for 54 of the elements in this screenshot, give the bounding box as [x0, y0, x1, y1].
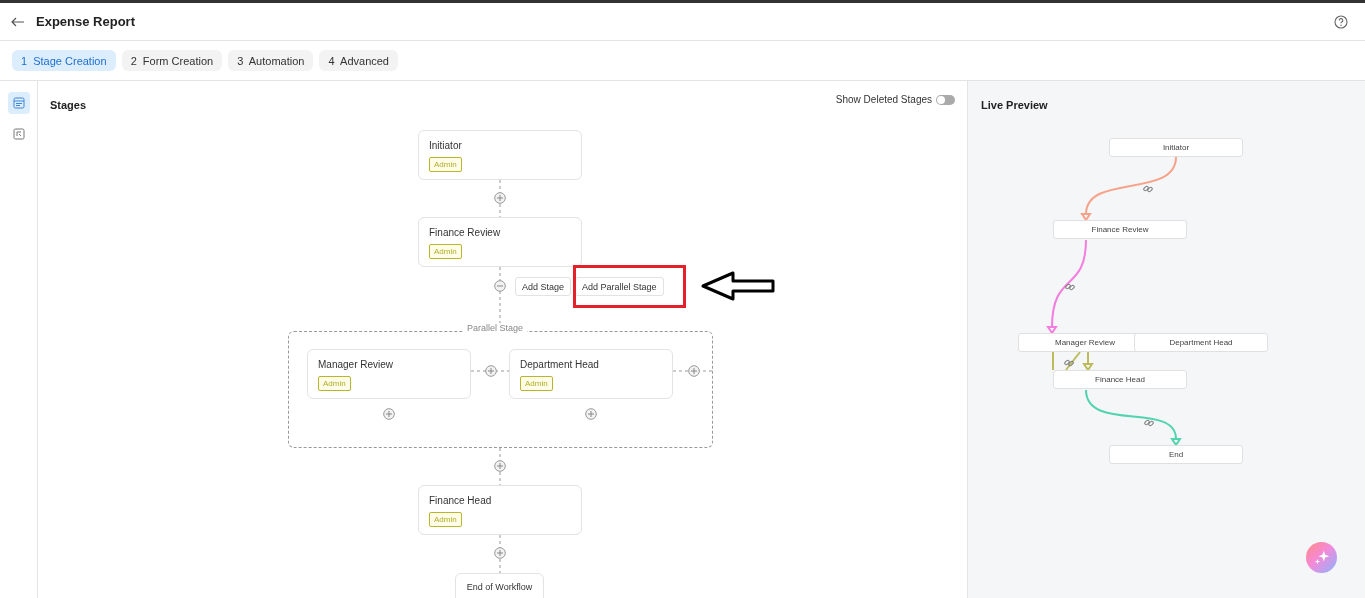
role-tag: Admin	[429, 157, 462, 172]
connector-line	[499, 447, 501, 486]
stage-card[interactable]: Manager Review Admin	[307, 349, 471, 399]
add-icon[interactable]	[494, 192, 506, 204]
role-tag: Admin	[318, 376, 351, 391]
add-icon[interactable]	[585, 408, 597, 420]
link-icon	[1064, 358, 1074, 368]
add-icon[interactable]	[383, 408, 395, 420]
page-title: Expense Report	[36, 14, 135, 29]
ai-assistant-button[interactable]	[1306, 542, 1337, 573]
stage-name: Manager Review	[318, 359, 394, 370]
stage-name: Initiator	[429, 140, 462, 151]
show-deleted-toggle[interactable]	[936, 94, 955, 105]
add-stage-button[interactable]: Add Stage	[515, 277, 572, 296]
stage-name: Department Head	[520, 359, 599, 370]
panel-title: Live Preview	[981, 99, 1048, 111]
connector-line	[470, 370, 510, 372]
add-parallel-stage-button[interactable]: Add Parallel Stage	[575, 277, 664, 296]
step-tab[interactable]: 4 Advanced	[319, 50, 398, 71]
role-tag: Admin	[429, 512, 462, 527]
collapse-icon[interactable]	[494, 280, 506, 292]
add-icon[interactable]	[494, 547, 506, 559]
step-tab[interactable]: 3 Automation	[228, 50, 314, 71]
role-tag: Admin	[429, 244, 462, 259]
preview-node: Department Head	[1134, 333, 1268, 352]
stage-card[interactable]: Department Head Admin	[509, 349, 673, 399]
preview-node: Finance Review	[1053, 220, 1187, 239]
connector-line	[499, 179, 501, 218]
stage-name: Finance Review	[429, 227, 501, 238]
back-arrow-icon[interactable]	[11, 16, 25, 27]
link-icon	[1143, 184, 1153, 194]
add-icon[interactable]	[485, 365, 497, 377]
stage-card[interactable]: Initiator Admin	[418, 130, 582, 180]
toggle-label: Show Deleted Stages	[835, 94, 932, 105]
add-icon[interactable]	[494, 460, 506, 472]
connector-line	[672, 370, 714, 372]
preview-node: Initiator	[1109, 138, 1243, 157]
stage-card[interactable]: Finance Head Admin	[418, 485, 582, 535]
preview-node: Finance Head	[1053, 370, 1187, 389]
connector-line	[499, 534, 501, 574]
role-tag: Admin	[520, 376, 553, 391]
stage-name: Finance Head	[429, 495, 492, 506]
link-icon	[1065, 282, 1075, 292]
step-tab[interactable]: 1 Stage Creation	[12, 50, 116, 71]
help-icon[interactable]	[1334, 14, 1348, 29]
step-tab[interactable]: 2 Form Creation	[121, 50, 223, 71]
stages-nav-icon[interactable]	[7, 92, 30, 114]
link-icon	[1144, 418, 1154, 428]
panel-title: Stages	[50, 99, 87, 111]
add-icon[interactable]	[688, 365, 700, 377]
preview-node: End	[1109, 445, 1243, 464]
stage-card[interactable]: Finance Review Admin	[418, 217, 582, 267]
parallel-label: Parallel Stage	[463, 323, 528, 333]
end-node: End of Workflow	[455, 573, 544, 598]
